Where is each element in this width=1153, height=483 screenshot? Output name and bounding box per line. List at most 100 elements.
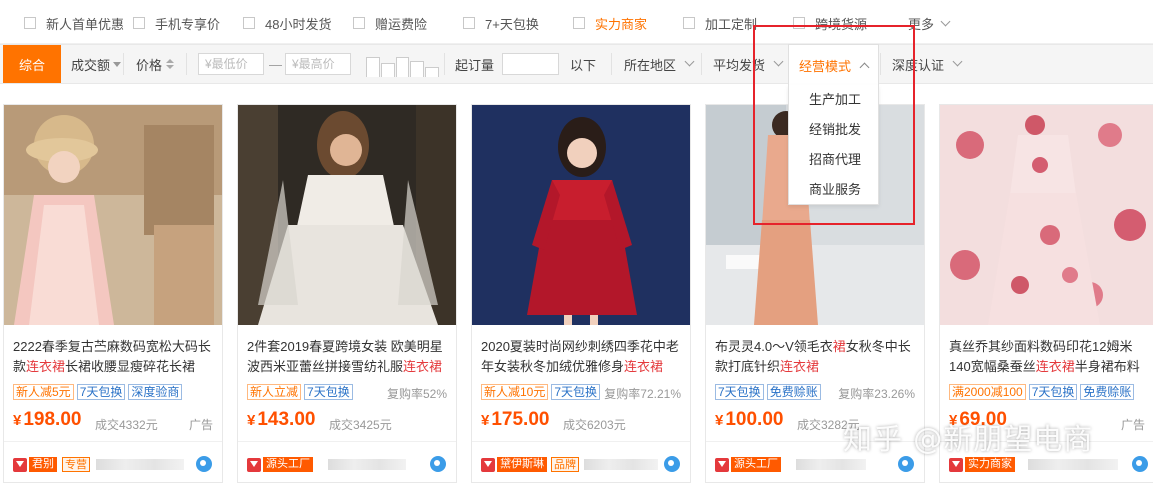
- product-title[interactable]: 布灵灵4.0～V领毛衣裙女秋冬中长款打底针织连衣裙: [715, 337, 920, 377]
- tab-label: 成交额: [71, 57, 111, 73]
- product-price: ¥100.00: [715, 409, 783, 431]
- sort-price-tab[interactable]: 价格: [136, 45, 175, 83]
- chat-icon[interactable]: [1132, 456, 1148, 472]
- product-card[interactable]: 2件套2019春夏跨境女装 欧美明星波西米亚蕾丝拼接雪纺礼服连衣裙 新人立减 7天…: [237, 104, 457, 483]
- filter-48h-shipping[interactable]: 48小时发货: [243, 15, 331, 32]
- price-value: 198.00: [23, 409, 82, 430]
- shop-name-blurred[interactable]: [328, 459, 406, 470]
- shop-row[interactable]: 源头工厂: [238, 441, 456, 482]
- shop-row[interactable]: 君别 专营: [4, 441, 222, 482]
- tag-badge: 7天包换: [76, 384, 126, 400]
- currency-symbol: ¥: [481, 412, 490, 429]
- tag-badge: 免费赊账: [766, 384, 821, 400]
- shop-row[interactable]: 黛伊斯琳 品牌: [472, 441, 690, 482]
- filter-strong-merchant[interactable]: 实力商家: [573, 15, 647, 32]
- chat-icon[interactable]: [664, 456, 680, 472]
- shop-name-blurred[interactable]: [584, 459, 658, 470]
- checkbox-icon[interactable]: [24, 17, 36, 29]
- product-title[interactable]: 2222春季复古苎麻数码宽松大码长款连衣裙长裙收腰显瘦碎花长裙: [13, 337, 218, 377]
- avg-ship-dropdown[interactable]: 平均发货: [713, 45, 784, 83]
- checkbox-icon[interactable]: [133, 17, 145, 29]
- product-card[interactable]: 2222春季复古苎麻数码宽松大码长款连衣裙长裙收腰显瘦碎花长裙 新人减5元 7天包…: [3, 104, 223, 483]
- product-card[interactable]: 2020夏装时尚网纱刺绣四季花中老年女装秋冬加绒优雅修身连衣裙 新人减10元 7天…: [471, 104, 691, 483]
- filter-label: 手机专享价: [155, 16, 221, 32]
- deep-cert-dropdown[interactable]: 深度认证: [892, 45, 963, 83]
- filter-cross-border[interactable]: 跨境货源: [793, 15, 868, 32]
- filter-new-user-discount[interactable]: 新人首单优惠: [24, 15, 125, 32]
- price-distribution-bars[interactable]: [366, 53, 440, 77]
- min-price-input[interactable]: ¥最低价: [198, 53, 264, 75]
- shop-name-blurred[interactable]: [796, 459, 866, 470]
- filter-more-button[interactable]: 更多: [908, 15, 951, 32]
- product-price: ¥198.00: [13, 409, 81, 431]
- title-keyword: 裙: [832, 339, 846, 354]
- product-image[interactable]: [238, 105, 456, 325]
- filter-custom-processing[interactable]: 加工定制: [683, 15, 757, 32]
- shop-tier-badge: 黛伊斯琳: [497, 457, 547, 472]
- moq-text: 起订量: [455, 57, 495, 73]
- bar: [366, 57, 380, 77]
- menu-item-production[interactable]: 生产加工: [789, 85, 878, 115]
- shop-tier-badge: 源头工厂: [731, 457, 781, 472]
- filter-mobile-price[interactable]: 手机专享价: [133, 15, 221, 32]
- shop-name-blurred[interactable]: [96, 459, 184, 470]
- chat-icon[interactable]: [898, 456, 914, 472]
- title-keyword: 连衣裙: [624, 359, 664, 374]
- tag-badge: 7天包换: [715, 384, 764, 400]
- shop-badge-icon: [949, 458, 963, 472]
- chevron-up-icon: [859, 62, 870, 73]
- filter-label: 新人首单优惠: [46, 16, 125, 32]
- deal-volume: 成交3425元: [329, 418, 392, 432]
- tab-label: 平均发货: [713, 57, 766, 73]
- tag-badge: 7天包换: [551, 384, 601, 400]
- ad-label: 广告: [188, 418, 213, 432]
- product-image[interactable]: [472, 105, 690, 325]
- product-image[interactable]: [940, 105, 1153, 325]
- product-title[interactable]: 2件套2019春夏跨境女装 欧美明星波西米亚蕾丝拼接雪纺礼服连衣裙: [247, 337, 452, 377]
- business-mode-dropdown[interactable]: 经营模式: [788, 44, 879, 86]
- filter-7day-exchange[interactable]: 7+天包换: [463, 15, 539, 32]
- ad-label: 广告: [1120, 418, 1145, 432]
- sort-bar: 综合 成交额 价格 ¥最低价 — ¥最高价 起订量 以下 所在地区 平均发货 深…: [0, 44, 1153, 84]
- menu-item-franchise[interactable]: 招商代理: [789, 145, 878, 175]
- product-title[interactable]: 真丝乔其纱面料数码印花12姆米140宽幅桑蚕丝连衣裙半身裙布料: [949, 337, 1153, 377]
- bar: [410, 61, 425, 77]
- checkbox-icon[interactable]: [573, 17, 585, 29]
- chat-icon[interactable]: [430, 456, 446, 472]
- sort-deal-volume-tab[interactable]: 成交额: [71, 45, 122, 83]
- product-title[interactable]: 2020夏装时尚网纱刺绣四季花中老年女装秋冬加绒优雅修身连衣裙: [481, 337, 686, 377]
- tag-badge: 深度验商: [128, 384, 183, 400]
- moq-input[interactable]: [502, 53, 559, 75]
- filter-label: 跨境货源: [815, 16, 868, 32]
- checkbox-icon[interactable]: [243, 17, 255, 29]
- menu-item-wholesale[interactable]: 经销批发: [789, 115, 878, 145]
- repurchase-rate: 复购率72.21%: [604, 387, 681, 401]
- filter-shipping-insurance[interactable]: 赠运费险: [353, 15, 428, 32]
- checkbox-icon[interactable]: [463, 17, 475, 29]
- moq-label: 起订量: [455, 45, 494, 83]
- shop-tier-badge: 君别: [29, 457, 57, 472]
- business-mode-menu: 生产加工 经销批发 招商代理 商业服务: [788, 85, 879, 205]
- checkbox-icon[interactable]: [683, 17, 695, 29]
- tab-label: 深度认证: [892, 57, 945, 73]
- shop-badge-icon: [715, 458, 729, 472]
- chevron-down-icon: [684, 56, 695, 67]
- max-price-input[interactable]: ¥最高价: [285, 53, 351, 75]
- checkbox-icon[interactable]: [793, 17, 805, 29]
- divider: [611, 53, 612, 75]
- menu-item-business-service[interactable]: 商业服务: [789, 175, 878, 205]
- below-text: 以下: [570, 57, 597, 73]
- tab-label: 所在地区: [624, 57, 677, 73]
- title-text: 布灵灵4.0～V领毛衣: [715, 339, 833, 354]
- product-image[interactable]: [4, 105, 222, 325]
- chat-icon[interactable]: [196, 456, 212, 472]
- currency-symbol: ¥: [13, 412, 22, 429]
- title-keyword: 连衣裙: [1035, 359, 1075, 374]
- region-dropdown[interactable]: 所在地区: [624, 45, 695, 83]
- shop-name-blurred[interactable]: [1028, 459, 1118, 470]
- price-value: 175.00: [491, 409, 550, 430]
- checkbox-icon[interactable]: [353, 17, 365, 29]
- filter-label: 赠运费险: [375, 16, 428, 32]
- sort-comprehensive-tab[interactable]: 综合: [3, 45, 61, 83]
- tag-badge: 免费赊账: [1080, 384, 1135, 400]
